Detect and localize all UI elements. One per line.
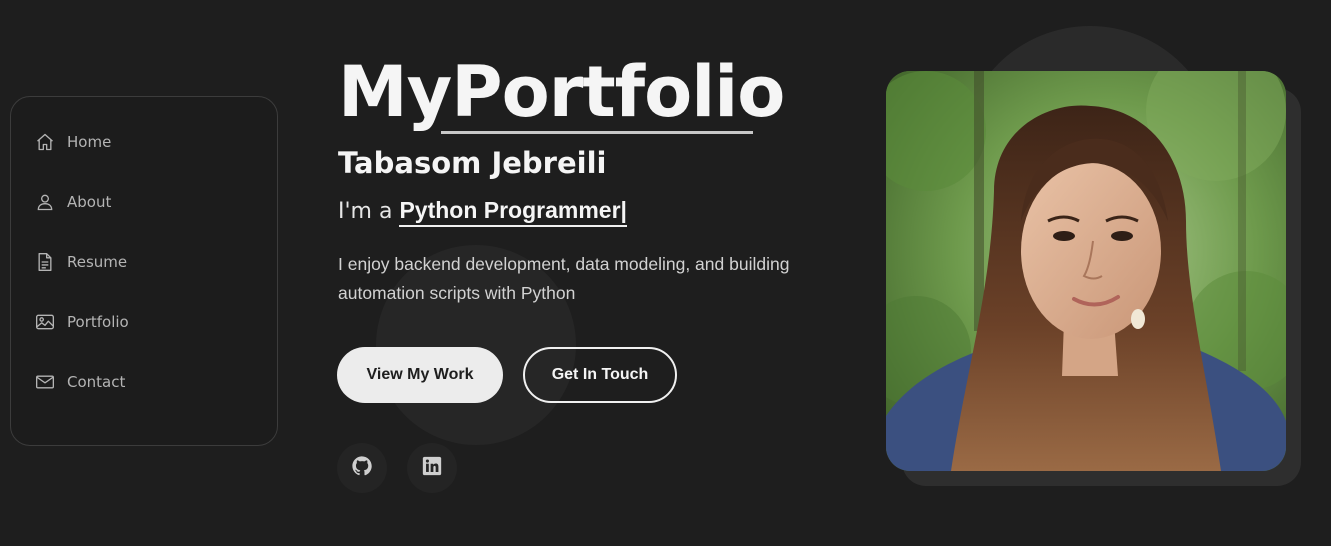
role-prefix: I'm a: [338, 199, 400, 224]
document-icon: [35, 252, 55, 272]
github-icon: [351, 455, 373, 481]
sidebar-item-resume[interactable]: Resume: [35, 250, 127, 274]
person-name: Tabasom Jebreili: [338, 146, 607, 180]
brand-underline: [441, 131, 753, 134]
view-my-work-button[interactable]: View My Work: [337, 347, 503, 403]
sidebar-item-label: Contact: [67, 373, 126, 391]
envelope-icon: [35, 372, 55, 392]
sidebar-item-label: About: [67, 193, 112, 211]
profile-photo-illustration: [886, 71, 1286, 471]
typed-role: Python Programmer|: [399, 197, 627, 227]
user-icon: [35, 192, 55, 212]
page: Home About Resume Portfolio Contact MyPo…: [0, 0, 1331, 546]
get-in-touch-button[interactable]: Get In Touch: [523, 347, 677, 403]
sidebar-nav: Home About Resume Portfolio Contact: [10, 96, 278, 446]
sidebar-item-contact[interactable]: Contact: [35, 370, 125, 394]
sidebar-item-home[interactable]: Home: [35, 130, 111, 154]
linkedin-icon: [421, 455, 443, 481]
profile-photo: [886, 71, 1286, 471]
hero-description: I enjoy backend development, data modeli…: [338, 254, 790, 303]
sidebar-item-portfolio[interactable]: Portfolio: [35, 310, 129, 334]
sidebar-item-label: Portfolio: [67, 313, 129, 331]
home-icon: [35, 132, 55, 152]
linkedin-link[interactable]: [407, 443, 457, 493]
image-icon: [35, 312, 55, 332]
brand-suffix: Portfolio: [451, 51, 785, 133]
sidebar-item-label: Resume: [67, 253, 128, 271]
sidebar-item-about[interactable]: About: [35, 190, 111, 214]
brand-prefix: My: [338, 51, 452, 133]
role-line: I'm a Python Programmer|: [338, 197, 627, 227]
github-link[interactable]: [337, 443, 387, 493]
sidebar-item-label: Home: [67, 133, 112, 151]
brand-title: MyPortfolio: [338, 50, 785, 134]
